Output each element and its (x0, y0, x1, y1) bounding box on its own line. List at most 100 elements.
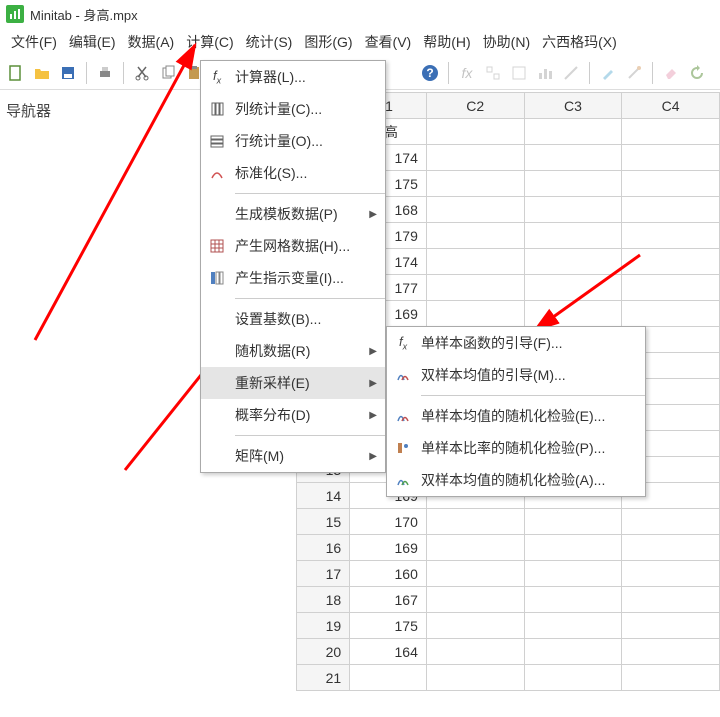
cell[interactable] (426, 665, 524, 691)
cell[interactable] (622, 613, 720, 639)
cell[interactable] (524, 119, 622, 145)
cell[interactable] (524, 535, 622, 561)
menu-view[interactable]: 查看(V) (360, 29, 417, 55)
cell[interactable] (622, 197, 720, 223)
cell[interactable] (524, 275, 622, 301)
cell[interactable] (622, 275, 720, 301)
cell[interactable] (524, 301, 622, 327)
menu-calc[interactable]: 计算(C) (181, 29, 238, 55)
submenu-item[interactable]: 单样本均值的随机化检验(E)... (387, 400, 645, 432)
chart-icon[interactable] (535, 63, 555, 83)
row-header[interactable]: 14 (297, 483, 350, 509)
cell[interactable]: 170 (350, 509, 427, 535)
submenu-item[interactable]: fx 单样本函数的引导(F)... (387, 327, 645, 359)
cell[interactable] (524, 509, 622, 535)
cell[interactable] (524, 665, 622, 691)
cell[interactable] (622, 171, 720, 197)
cell[interactable] (622, 223, 720, 249)
cell[interactable] (426, 509, 524, 535)
cell[interactable] (524, 197, 622, 223)
menu-item[interactable]: 产生网格数据(H)... (201, 230, 385, 262)
menu-item[interactable]: 产生指示变量(I)... (201, 262, 385, 294)
open-icon[interactable] (32, 63, 52, 83)
menu-file[interactable]: 文件(F) (6, 29, 62, 55)
cell[interactable] (622, 509, 720, 535)
menu-graph[interactable]: 图形(G) (299, 29, 357, 55)
cell[interactable] (426, 119, 524, 145)
cell[interactable] (426, 197, 524, 223)
cell[interactable] (622, 249, 720, 275)
cell[interactable] (622, 639, 720, 665)
cut-icon[interactable] (132, 63, 152, 83)
menu-item[interactable]: fx 计算器(L)... (201, 61, 385, 93)
cell[interactable] (524, 249, 622, 275)
cell[interactable]: 167 (350, 587, 427, 613)
submenu-item[interactable]: 双样本均值的随机化检验(A)... (387, 464, 645, 496)
cell[interactable] (622, 535, 720, 561)
row-header[interactable]: 18 (297, 587, 350, 613)
submenu-item[interactable]: 双样本均值的引导(M)... (387, 359, 645, 391)
cell[interactable]: 164 (350, 639, 427, 665)
cell[interactable] (622, 561, 720, 587)
cell[interactable] (426, 145, 524, 171)
menu-sixsigma[interactable]: 六西格玛(X) (537, 29, 622, 55)
cell[interactable] (426, 535, 524, 561)
eraser-icon[interactable] (661, 63, 681, 83)
cell[interactable]: 160 (350, 561, 427, 587)
cell[interactable] (524, 587, 622, 613)
cell[interactable] (426, 613, 524, 639)
cell[interactable] (524, 223, 622, 249)
cell[interactable] (524, 639, 622, 665)
cell[interactable] (426, 561, 524, 587)
cell[interactable] (622, 145, 720, 171)
cell[interactable] (622, 665, 720, 691)
help-icon[interactable]: ? (420, 63, 440, 83)
col-header[interactable]: C4 (622, 93, 720, 119)
menu-help[interactable]: 帮助(H) (418, 29, 475, 55)
menu-stat[interactable]: 统计(S) (241, 29, 298, 55)
brush-icon[interactable] (598, 63, 618, 83)
cell[interactable] (622, 301, 720, 327)
cell[interactable] (426, 171, 524, 197)
submenu-item[interactable]: 单样本比率的随机化检验(P)... (387, 432, 645, 464)
cell[interactable]: 169 (350, 535, 427, 561)
print-icon[interactable] (95, 63, 115, 83)
row-header[interactable]: 15 (297, 509, 350, 535)
menu-item[interactable]: 重新采样(E) ▶ (201, 367, 385, 399)
cell[interactable] (426, 587, 524, 613)
menu-item[interactable]: 列统计量(C)... (201, 93, 385, 125)
col-header[interactable]: C3 (524, 93, 622, 119)
row-header[interactable]: 20 (297, 639, 350, 665)
menu-item[interactable]: 随机数据(R) ▶ (201, 335, 385, 367)
row-header[interactable]: 19 (297, 613, 350, 639)
copy-icon[interactable] (158, 63, 178, 83)
fx-icon[interactable]: fx (457, 63, 477, 83)
cell[interactable] (426, 223, 524, 249)
cell[interactable] (426, 639, 524, 665)
tool-icon[interactable] (483, 63, 503, 83)
cell[interactable] (524, 145, 622, 171)
refresh-icon[interactable] (687, 63, 707, 83)
cell[interactable] (350, 665, 427, 691)
cell[interactable] (426, 301, 524, 327)
cell[interactable] (622, 119, 720, 145)
menu-item[interactable]: 矩阵(M) ▶ (201, 440, 385, 472)
cell[interactable] (426, 249, 524, 275)
menu-item[interactable]: 生成模板数据(P) ▶ (201, 198, 385, 230)
menu-item[interactable]: 设置基数(B)... (201, 303, 385, 335)
cell[interactable]: 175 (350, 613, 427, 639)
cell[interactable] (622, 587, 720, 613)
menu-item[interactable]: 行统计量(O)... (201, 125, 385, 157)
menu-item[interactable]: 标准化(S)... (201, 157, 385, 189)
col-header[interactable]: C2 (426, 93, 524, 119)
tool-icon[interactable] (561, 63, 581, 83)
menu-assist[interactable]: 协助(N) (478, 29, 535, 55)
tool-icon[interactable] (509, 63, 529, 83)
row-header[interactable]: 21 (297, 665, 350, 691)
menu-edit[interactable]: 编辑(E) (64, 29, 121, 55)
cell[interactable] (426, 275, 524, 301)
new-icon[interactable] (6, 63, 26, 83)
cell[interactable] (524, 613, 622, 639)
row-header[interactable]: 17 (297, 561, 350, 587)
cell[interactable] (524, 171, 622, 197)
